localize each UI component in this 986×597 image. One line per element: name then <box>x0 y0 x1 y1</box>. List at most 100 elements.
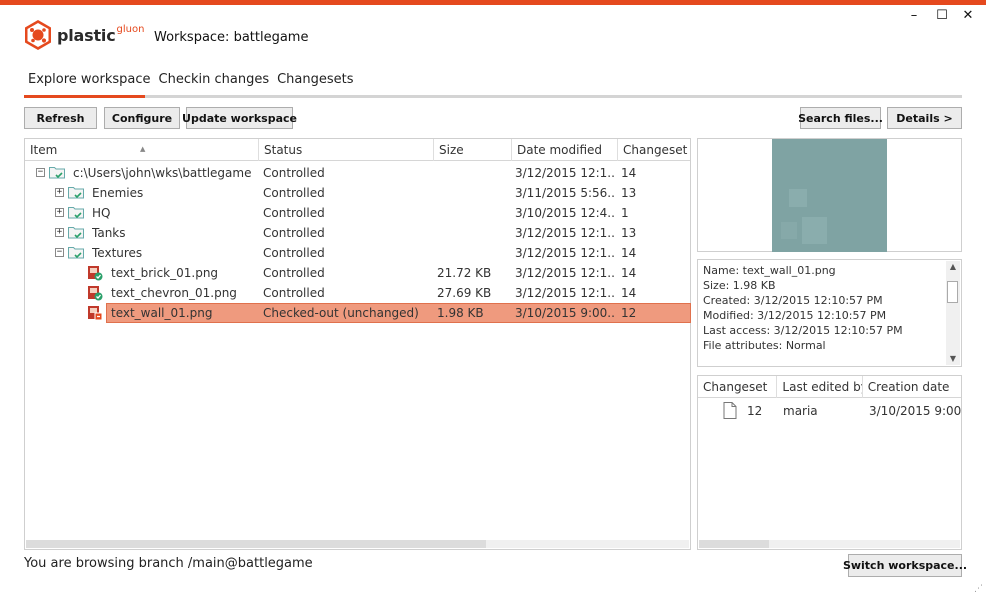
item-name: text_wall_01.png <box>111 306 213 320</box>
app-logo: plastic gluon <box>24 19 144 51</box>
update-workspace-button[interactable]: Update workspace <box>182 107 297 129</box>
col-header-creation-date[interactable]: Creation date <box>863 376 961 398</box>
texture-preview-image <box>772 139 887 252</box>
image-file-controlled-icon <box>88 286 103 301</box>
file-info-panel: Name: text_wall_01.png Size: 1.98 KB Cre… <box>697 259 962 367</box>
item-changeset: 14 <box>621 266 637 280</box>
history-row[interactable]: 12 maria 3/10/2015 9:00:3 <box>698 401 961 421</box>
folder-controlled-icon <box>68 247 84 259</box>
tree-row[interactable]: + Tanks Controlled 3/12/2015 12:1... 13 <box>25 223 689 243</box>
collapse-icon[interactable]: − <box>55 248 64 257</box>
info-name: Name: text_wall_01.png <box>703 264 836 277</box>
tree-row[interactable]: + HQ Controlled 3/10/2015 12:4... 1 <box>25 203 689 223</box>
tab-changesets[interactable]: Changesets <box>273 72 357 92</box>
item-changeset: 12 <box>621 306 637 320</box>
item-changeset: 1 <box>621 206 629 220</box>
item-changeset: 14 <box>621 246 637 260</box>
sort-ascending-icon: ▲ <box>140 145 146 153</box>
tree-row-selected[interactable]: text_wall_01.png Checked-out (unchanged)… <box>25 303 691 323</box>
branch-status: You are browsing branch /main@battlegame <box>24 556 313 571</box>
item-changeset: 14 <box>621 166 637 180</box>
expand-icon[interactable]: + <box>55 228 64 237</box>
item-date: 3/12/2015 12:1... <box>515 266 615 280</box>
vertical-scrollbar-thumb[interactable] <box>947 281 958 303</box>
item-name: HQ <box>92 206 111 220</box>
item-status: Controlled <box>263 166 325 180</box>
resize-grip-icon[interactable]: ⋰ <box>974 584 983 594</box>
switch-workspace-button[interactable]: Switch workspace... <box>843 554 967 577</box>
tab-checkin-changes[interactable]: Checkin changes <box>155 72 274 92</box>
search-files-button[interactable]: Search files... <box>798 107 883 129</box>
tree-row[interactable]: text_brick_01.png Controlled 21.72 KB 3/… <box>25 263 689 283</box>
item-date: 3/12/2015 12:1... <box>515 246 615 260</box>
refresh-button[interactable]: Refresh <box>24 107 97 129</box>
workspace-tree-panel: Item ▲ Status Size Date modified Changese… <box>24 138 691 550</box>
expand-icon[interactable]: + <box>55 188 64 197</box>
refresh-button-label: Refresh <box>36 111 85 125</box>
col-header-changeset[interactable]: Changeset <box>698 376 778 398</box>
main-tabs: Explore workspace Checkin changes Change… <box>24 72 358 92</box>
plastic-logo-icon <box>25 20 51 50</box>
expand-icon[interactable]: + <box>55 208 64 217</box>
item-name: text_chevron_01.png <box>111 286 237 300</box>
tree-row[interactable]: − Textures Controlled 3/12/2015 12:1... … <box>25 243 689 263</box>
folder-controlled-icon <box>49 167 65 179</box>
folder-controlled-icon <box>68 227 84 239</box>
item-size: 27.69 KB <box>437 286 492 300</box>
item-changeset: 13 <box>621 186 637 200</box>
close-icon[interactable]: ✕ <box>960 8 976 24</box>
tab-explore-workspace[interactable]: Explore workspace <box>24 72 155 92</box>
folder-controlled-icon <box>68 207 84 219</box>
minimize-icon[interactable]: – <box>906 8 922 24</box>
tree-row[interactable]: text_chevron_01.png Controlled 27.69 KB … <box>25 283 689 303</box>
details-button[interactable]: Details > <box>887 107 962 129</box>
history-date: 3/10/2015 9:00:3 <box>869 404 961 418</box>
item-date: 3/12/2015 12:1... <box>515 166 615 180</box>
item-date: 3/11/2015 5:56... <box>515 186 615 200</box>
col-header-item-label: Item <box>30 143 58 157</box>
brand-name: plastic <box>57 25 116 45</box>
col-header-status[interactable]: Status <box>259 139 434 161</box>
info-modified: Modified: 3/12/2015 12:10:57 PM <box>703 309 887 322</box>
item-name: text_brick_01.png <box>111 266 219 280</box>
info-created: Created: 3/12/2015 12:10:57 PM <box>703 294 883 307</box>
col-header-date[interactable]: Date modified <box>512 139 618 161</box>
maximize-icon[interactable]: ☐ <box>934 8 950 24</box>
item-date: 3/12/2015 12:1... <box>515 226 615 240</box>
tab-underline <box>24 95 962 98</box>
col-header-last-edited[interactable]: Last edited by <box>777 376 863 398</box>
col-header-changeset[interactable]: Changeset <box>618 139 690 161</box>
brand-sup: gluon <box>116 23 145 35</box>
item-status: Controlled <box>263 206 325 220</box>
collapse-icon[interactable]: − <box>36 168 45 177</box>
item-changeset: 14 <box>621 286 637 300</box>
horizontal-scrollbar-thumb[interactable] <box>26 540 486 548</box>
vertical-scrollbar[interactable]: ▲ ▼ <box>946 261 960 365</box>
history-horizontal-scrollbar-thumb[interactable] <box>699 540 769 548</box>
folder-controlled-icon <box>68 187 84 199</box>
item-name: Textures <box>92 246 143 260</box>
col-header-size[interactable]: Size <box>434 139 512 161</box>
item-name: Enemies <box>92 186 144 200</box>
item-status: Controlled <box>263 186 325 200</box>
tree-row[interactable]: − c:\Users\john\wks\battlegame Controlle… <box>25 163 689 183</box>
history-panel: Changeset Last edited by Creation date 1… <box>697 375 962 550</box>
image-file-controlled-icon <box>88 266 103 281</box>
item-status: Controlled <box>263 286 325 300</box>
image-file-checkedout-icon <box>88 306 103 321</box>
tree-row[interactable]: + Enemies Controlled 3/11/2015 5:56... 1… <box>25 183 689 203</box>
col-header-item[interactable]: Item ▲ <box>25 139 259 161</box>
configure-button[interactable]: Configure <box>104 107 180 129</box>
item-size: 1.98 KB <box>437 306 484 320</box>
preview-panel <box>697 138 962 252</box>
tree-header: Item ▲ Status Size Date modified Changese… <box>25 139 690 161</box>
scroll-down-icon[interactable]: ▼ <box>946 353 960 365</box>
scroll-up-icon[interactable]: ▲ <box>946 261 960 273</box>
item-name: Tanks <box>92 226 126 240</box>
info-attributes: File attributes: Normal <box>703 339 826 352</box>
item-date: 3/10/2015 12:4... <box>515 206 615 220</box>
item-date: 3/12/2015 12:1... <box>515 286 615 300</box>
history-changeset: 12 <box>747 404 763 418</box>
item-status: Controlled <box>263 246 325 260</box>
workspace-title: Workspace: battlegame <box>154 30 309 45</box>
